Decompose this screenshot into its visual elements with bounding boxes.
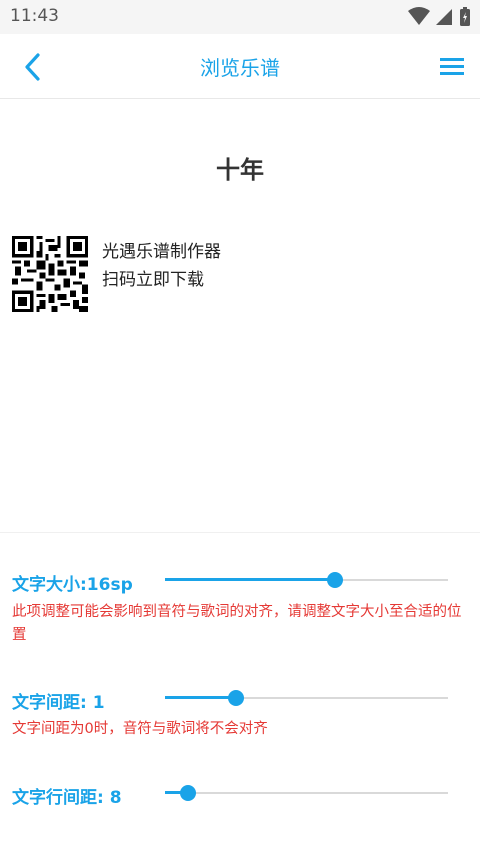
slider-fill bbox=[165, 696, 236, 699]
line-spacing-slider[interactable] bbox=[165, 783, 448, 803]
app-bar: 浏览乐谱 bbox=[0, 34, 480, 99]
slider-thumb[interactable] bbox=[326, 572, 343, 588]
wifi-icon bbox=[408, 7, 430, 25]
font-size-slider[interactable] bbox=[165, 570, 448, 590]
status-icons bbox=[408, 7, 470, 26]
signal-icon bbox=[436, 9, 452, 25]
letter-spacing-hint: 文字间距为0时，音符与歌词将不会对齐 bbox=[12, 721, 268, 737]
slider-thumb[interactable] bbox=[227, 690, 244, 706]
sheet-title: 十年 bbox=[216, 156, 264, 184]
letter-spacing-label: 文字间距: 1 bbox=[12, 693, 105, 713]
status-bar: 11:43 bbox=[0, 0, 480, 34]
status-time: 11:43 bbox=[10, 6, 59, 26]
settings-panel: 文字大小:16sp 此项调整可能会影响到音符与歌词的对齐，请调整文字大小至合适的… bbox=[0, 532, 480, 856]
slider-thumb[interactable] bbox=[179, 785, 196, 801]
page-title: 浏览乐谱 bbox=[200, 56, 280, 80]
letter-spacing-slider[interactable] bbox=[165, 688, 448, 708]
slider-fill bbox=[165, 578, 335, 581]
font-size-hint: 此项调整可能会影响到音符与歌词的对齐，请调整文字大小至合适的位置 bbox=[12, 604, 462, 643]
font-size-label: 文字大小:16sp bbox=[12, 575, 133, 595]
promo-app-name: 光遇乐谱制作器 bbox=[102, 242, 221, 262]
promo-download-text: 扫码立即下载 bbox=[102, 270, 204, 290]
menu-icon[interactable] bbox=[436, 52, 472, 82]
qr-code-image bbox=[12, 236, 88, 312]
line-spacing-label: 文字行间距: 8 bbox=[12, 788, 122, 808]
